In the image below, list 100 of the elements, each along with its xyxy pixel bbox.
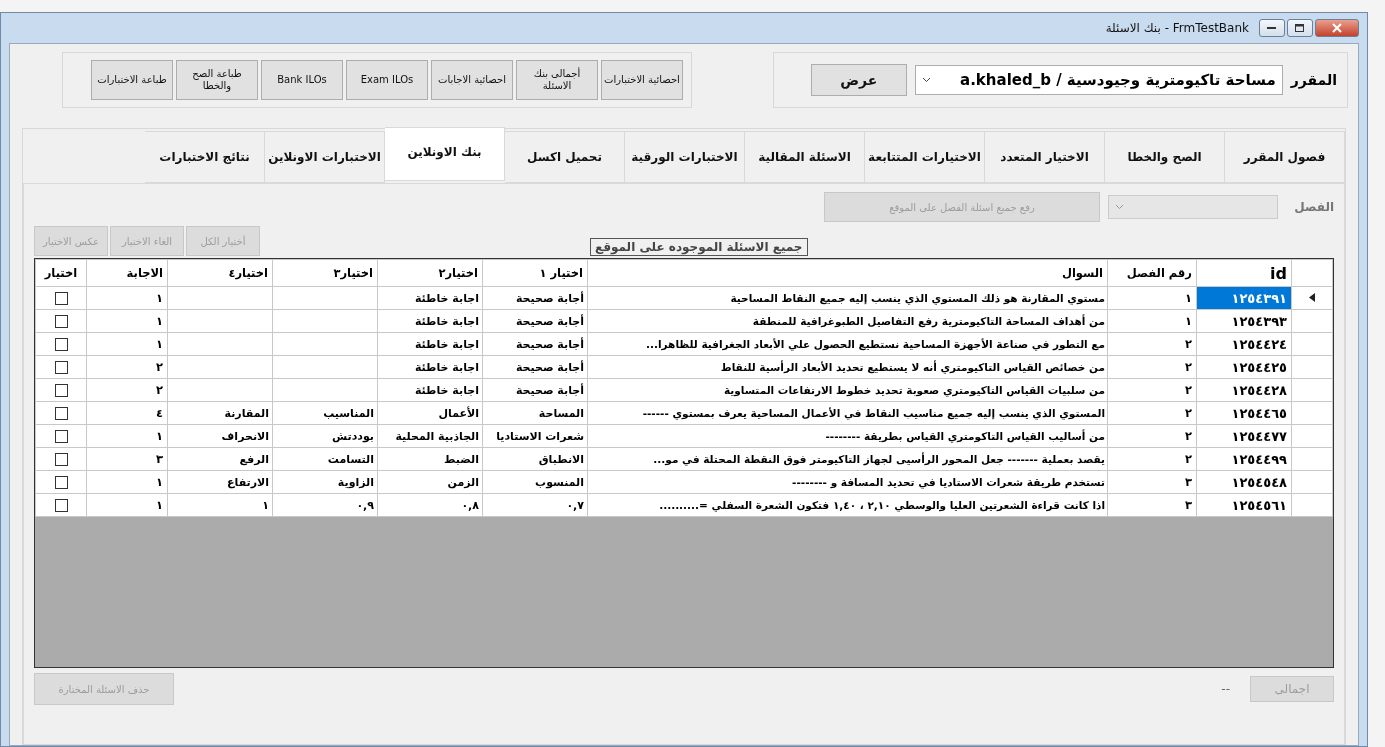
table-cell: أجابة صحيحة: [482, 355, 588, 379]
table-cell: يقصد بعملية ------- جعل المحور الرأسيى لجهاز التاكيومتر فوق النقطة المحتلة في مو...: [587, 447, 1108, 471]
tab[interactable]: الاسئلة المقالية: [745, 131, 865, 183]
tab[interactable]: الصح والخطا: [1105, 131, 1225, 183]
checkbox[interactable]: [54, 338, 68, 351]
table-cell: من أساليب القياس التاكومتري القياس بطريقة --------: [587, 424, 1108, 448]
table-cell: الانحراف: [167, 424, 273, 448]
table-cell: من خصائص القياس التاكيومتري أنه لا يستطيع تحديد الأبعاد الرأسية للنقاط: [587, 355, 1108, 379]
table-cell: من سلبيات القياس التاكيومتري صعوبة تحديد خطوط الارتفاعات المتساوية: [587, 378, 1108, 402]
toolbar-button[interactable]: Bank ILOs: [261, 60, 343, 100]
maximize-button[interactable]: [1287, 19, 1313, 37]
table-cell: ١: [1107, 309, 1197, 333]
close-button[interactable]: [1315, 19, 1359, 37]
grid-caption: جميع الاسئلة الموجوده على الموقع: [590, 238, 808, 256]
column-header[interactable]: اختيار٢: [377, 259, 483, 287]
table-cell: ١٢٥٤٥٤٨: [1196, 470, 1292, 494]
table-cell: ١: [86, 286, 168, 310]
table-cell: ١٢٥٤٣٩٣: [1196, 309, 1292, 333]
table-cell: ٢: [86, 355, 168, 379]
checkbox[interactable]: [54, 384, 68, 397]
course-combobox[interactable]: مساحة تاكيومترية وجيودسية / a.khaled_b: [914, 65, 1283, 95]
table-cell: الضبط: [377, 447, 483, 471]
close-icon: [1332, 23, 1342, 33]
minimize-icon: [1267, 26, 1277, 30]
table-cell: ٣: [1107, 493, 1197, 517]
table-cell: الزمن: [377, 470, 483, 494]
table-cell: اجابة خاطئة: [377, 332, 483, 356]
table-cell: اجابة خاطئة: [377, 378, 483, 402]
table-cell: الأعمال: [377, 401, 483, 425]
table-cell: أجابة صحيحة: [482, 286, 588, 310]
table-cell: ١٢٥٤٣٩١: [1196, 286, 1292, 310]
checkbox[interactable]: [54, 315, 68, 328]
table-cell: الزاوية: [272, 470, 378, 494]
checkbox[interactable]: [54, 292, 68, 305]
table-cell: اجابة خاطئة: [377, 286, 483, 310]
table-cell: تستخدم طريقة شعرات الاستاديا في تحديد المسافة و --------: [587, 470, 1108, 494]
table-cell: ٢: [1107, 447, 1197, 471]
table-cell: ١: [86, 470, 168, 494]
table-cell: ١: [86, 424, 168, 448]
table-cell: ٤: [86, 401, 168, 425]
table-cell: أجابة صحيحة: [482, 332, 588, 356]
table-cell: الانطباق: [482, 447, 588, 471]
table-cell: الارتفاع: [167, 470, 273, 494]
maximize-icon: [1295, 23, 1305, 33]
table-cell: ٠,٩: [272, 493, 378, 517]
window-title: بنك الاسئلة - FrmTestBank: [1105, 21, 1249, 35]
table-cell: ١٢٥٤٤٧٧: [1196, 424, 1292, 448]
table-cell: اجابة خاطئة: [377, 355, 483, 379]
table-cell: من أهداف المساحة التاكيومترية رفع التفاصيل الطبوغرافية للمنطقة: [587, 309, 1108, 333]
column-header[interactable]: الاجابة: [86, 259, 168, 287]
column-header[interactable]: اختيار٣: [272, 259, 378, 287]
tab[interactable]: نتائج الاختبارات: [145, 131, 265, 183]
tab[interactable]: الاختبارات الاونلاين: [265, 131, 385, 183]
toolbar-button[interactable]: طباعة الاختبارات: [91, 60, 173, 100]
tab[interactable]: بنك الاونلاين: [385, 127, 505, 181]
table-cell: الجاذبية المحلية: [377, 424, 483, 448]
column-header[interactable]: السوال: [587, 259, 1108, 287]
table-cell: ١٢٥٤٤٢٤: [1196, 332, 1292, 356]
table-cell: شعرات الاستاديا: [482, 424, 588, 448]
table-cell: الرفع: [167, 447, 273, 471]
checkbox[interactable]: [54, 499, 68, 512]
tab[interactable]: الاختيارات المتتابعة: [865, 131, 985, 183]
table-cell: ٢: [1107, 424, 1197, 448]
toolbar-button[interactable]: احصائية الاجابات: [431, 60, 513, 100]
column-header[interactable]: اختيار ١: [482, 259, 588, 287]
show-button[interactable]: عرض: [810, 64, 907, 96]
tab[interactable]: الاختيار المتعدد: [985, 131, 1105, 183]
toolbar-button[interactable]: احصائية الاختبارات: [601, 60, 683, 100]
table-cell: ١: [86, 332, 168, 356]
tab[interactable]: فصول المقرر: [1225, 131, 1345, 183]
table-cell: أجابة صحيحة: [482, 378, 588, 402]
table-cell: ١٢٥٤٥٦١: [1196, 493, 1292, 517]
tab[interactable]: تحميل اكسل: [505, 131, 625, 183]
table-cell: ٢: [86, 378, 168, 402]
table-cell: ٣: [86, 447, 168, 471]
table-cell: المناسيب: [272, 401, 378, 425]
table-cell: ١٢٥٤٤٩٩: [1196, 447, 1292, 471]
minimize-button[interactable]: [1259, 19, 1285, 37]
table-cell: أجابة صحيحة: [482, 309, 588, 333]
toolbar-button[interactable]: أجمالى بنك الاسئلة: [516, 60, 598, 100]
table-cell: المستوي الذي ينسب إليه جميع مناسيب النقاط في الأعمال المساحية يعرف بمستوي ------: [587, 401, 1108, 425]
table-cell: ٢: [1107, 401, 1197, 425]
column-header[interactable]: اختيار٤: [167, 259, 273, 287]
column-header[interactable]: اختيار: [35, 259, 87, 287]
table-cell: اذا كانت قراءة الشعرتين العليا والوسطي ٢,١٠ ، ١,٤٠ فتكون الشعرة السفلي =..........: [587, 493, 1108, 517]
column-header[interactable]: رقم الفصل: [1107, 259, 1197, 287]
checkbox[interactable]: [54, 453, 68, 466]
checkbox[interactable]: [54, 430, 68, 443]
column-header[interactable]: id: [1196, 259, 1292, 287]
toolbar-button[interactable]: Exam ILOs: [346, 60, 428, 100]
checkbox[interactable]: [54, 361, 68, 374]
table-cell: المقارنة: [167, 401, 273, 425]
caret-icon: [921, 77, 931, 83]
table-cell: ١: [86, 309, 168, 333]
checkbox[interactable]: [54, 476, 68, 489]
checkbox[interactable]: [54, 407, 68, 420]
table-cell: ٠,٧: [482, 493, 588, 517]
table-cell: ١٢٥٤٤٦٥: [1196, 401, 1292, 425]
toolbar-button[interactable]: طباعة الصح والخطا: [176, 60, 258, 100]
tab[interactable]: الاختبارات الورقية: [625, 131, 745, 183]
